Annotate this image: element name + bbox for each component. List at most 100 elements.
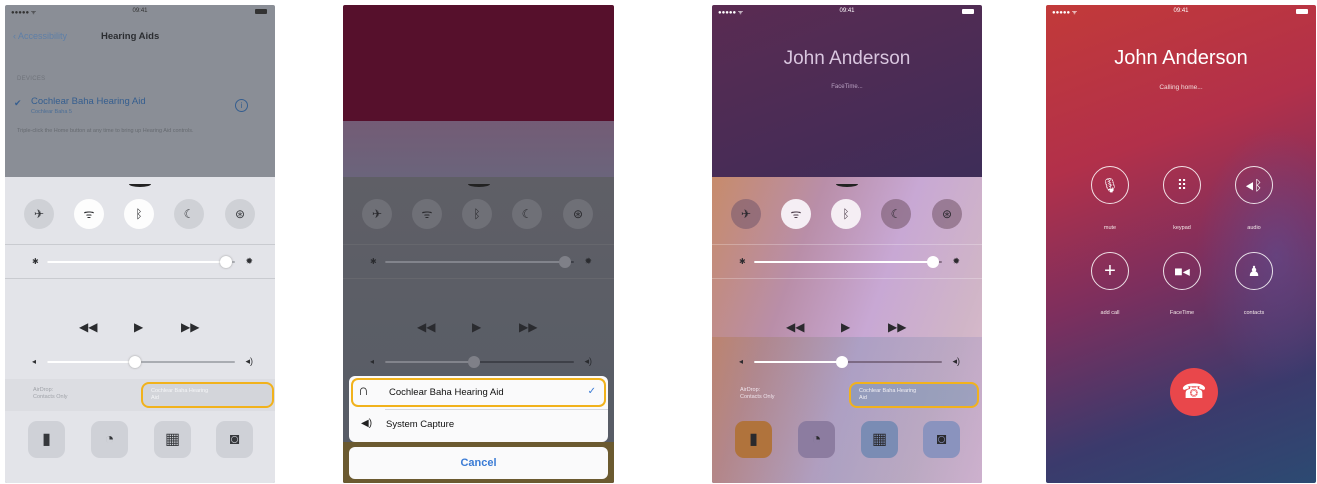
device-subtitle: Cochlear Baha 5: [31, 109, 72, 115]
airplane-mode-icon[interactable]: ✈: [24, 199, 54, 229]
audio-option-hearing-aid[interactable]: ∩ Cochlear Baha Hearing Aid ✓: [351, 378, 606, 407]
media-controls: ◀◀ ▶ ▶▶: [712, 320, 982, 340]
divider: [343, 278, 614, 279]
phone-screen-calling: ●●●●● ᯤ 09:41 John Anderson Calling home…: [1046, 5, 1316, 483]
flashlight-icon[interactable]: ▮: [28, 421, 65, 458]
camera-icon[interactable]: ◙: [216, 421, 253, 458]
play-icon[interactable]: ▶: [134, 320, 143, 334]
mute-button[interactable]: 🎙: [1091, 166, 1129, 204]
slider-knob[interactable]: [558, 256, 571, 268]
slider-knob[interactable]: [129, 356, 142, 368]
shortcut-row: ▮ ◔ ▦ ◙: [712, 417, 982, 471]
rewind-icon[interactable]: ◀◀: [79, 320, 97, 334]
camera-icon[interactable]: ◙: [923, 421, 960, 458]
rewind-icon[interactable]: ◀◀: [417, 320, 435, 334]
checkmark-icon: ✔: [14, 98, 22, 108]
airdrop-airplay-row: AirDrop: Contacts Only Cochlear Baha Hea…: [712, 379, 982, 411]
device-row[interactable]: ✔ Cochlear Baha Hearing Aid Cochlear Bah…: [5, 91, 275, 121]
slider-knob[interactable]: [926, 256, 939, 268]
keypad-button[interactable]: ⠿: [1163, 166, 1201, 204]
rotation-lock-icon[interactable]: ⊛: [563, 199, 593, 229]
volume-high-icon: ◂): [952, 356, 960, 366]
slider-knob[interactable]: [467, 356, 480, 368]
fast-forward-icon[interactable]: ▶▶: [888, 320, 906, 334]
volume-slider[interactable]: ◂ ◂): [343, 354, 614, 370]
fast-forward-icon[interactable]: ▶▶: [519, 320, 537, 334]
slider-fill: [754, 261, 933, 263]
bluetooth-icon[interactable]: ᛒ: [124, 199, 154, 229]
audio-route-button[interactable]: Cochlear Baha Hearing Aid: [141, 382, 274, 408]
bluetooth-icon[interactable]: ᛒ: [462, 199, 492, 229]
brightness-slider[interactable]: ✱ ✹: [712, 254, 982, 270]
brightness-slider[interactable]: ✱ ✹: [343, 254, 614, 270]
device-name: Cochlear Baha Hearing Aid: [31, 96, 146, 107]
grabber-handle[interactable]: [467, 181, 490, 187]
cancel-button[interactable]: Cancel: [349, 447, 608, 479]
toggle-row: ✈ ᯤ ᛒ ☾ ⊛: [343, 199, 614, 233]
flashlight-icon[interactable]: ▮: [735, 421, 772, 458]
checkmark-icon: ✓: [587, 386, 596, 397]
phone-screen-hearing-aids: ●●●●● ᯤ 09:41 ‹ Accessibility Hearing Ai…: [5, 5, 275, 483]
rotation-lock-icon[interactable]: ⊛: [225, 199, 255, 229]
back-button[interactable]: ‹ Accessibility: [13, 31, 67, 41]
divider: [712, 244, 982, 245]
do-not-disturb-icon[interactable]: ☾: [174, 199, 204, 229]
airdrop-label: AirDrop:: [740, 387, 761, 393]
add-call-button[interactable]: +: [1091, 252, 1129, 290]
wifi-icon[interactable]: ᯤ: [781, 199, 811, 229]
calculator-icon[interactable]: ▦: [154, 421, 191, 458]
timer-icon[interactable]: ◔: [798, 421, 835, 458]
wifi-icon[interactable]: ᯤ: [412, 199, 442, 229]
grabber-handle[interactable]: [836, 181, 858, 187]
timer-icon[interactable]: ◔: [91, 421, 128, 458]
slider-track: [47, 356, 235, 368]
divider: [385, 409, 608, 410]
divider: [712, 278, 982, 279]
call-status: FaceTime...: [831, 84, 863, 90]
option-label: System Capture: [386, 419, 455, 430]
toggle-row: ✈ ᯤ ᛒ ☾ ⊛: [5, 199, 275, 233]
volume-slider[interactable]: ◂ ◂): [712, 354, 982, 370]
facetime-button[interactable]: ■◂: [1163, 252, 1201, 290]
headphones-icon: ∩: [358, 382, 369, 399]
keypad-label: keypad: [1173, 225, 1191, 231]
airplane-mode-icon[interactable]: ✈: [731, 199, 761, 229]
audio-route-button[interactable]: Cochlear Baha Hearing Aid: [849, 382, 979, 408]
slider-knob[interactable]: [219, 256, 232, 268]
bluetooth-icon[interactable]: ᛒ: [831, 199, 861, 229]
mute-label: mute: [1103, 225, 1117, 231]
audio-route-label: Cochlear Baha Hearing: [151, 388, 209, 394]
audio-button[interactable]: ◀ᛒ: [1235, 166, 1273, 204]
play-icon[interactable]: ▶: [472, 320, 481, 334]
audio-label: audio: [1247, 225, 1261, 231]
status-bar: ●●●●● ᯤ 09:41: [1046, 5, 1316, 19]
slider-fill: [47, 261, 226, 263]
info-icon[interactable]: i: [235, 99, 248, 112]
rotation-lock-icon[interactable]: ⊛: [932, 199, 962, 229]
contact-icon: ♟: [1247, 263, 1261, 279]
contacts-button[interactable]: ♟: [1235, 252, 1273, 290]
battery-icon: [255, 9, 267, 14]
airplane-mode-icon[interactable]: ✈: [362, 199, 392, 229]
slider-knob[interactable]: [836, 356, 849, 368]
end-call-button[interactable]: ☎: [1170, 368, 1218, 416]
brightness-high-icon: ✹: [245, 256, 253, 266]
divider: [343, 244, 614, 245]
audio-route-label-2: Aid: [151, 395, 159, 401]
facetime-label: FaceTime: [1169, 310, 1195, 316]
fast-forward-icon[interactable]: ▶▶: [181, 320, 199, 334]
calculator-icon[interactable]: ▦: [861, 421, 898, 458]
brightness-slider[interactable]: ✱ ✹: [5, 254, 275, 270]
wifi-icon[interactable]: ᯤ: [74, 199, 104, 229]
navigation-bar: ‹ Accessibility Hearing Aids: [5, 19, 275, 53]
volume-slider[interactable]: ◂ ◂): [5, 354, 275, 370]
airdrop-button[interactable]: AirDrop: Contacts Only: [33, 387, 68, 401]
play-icon[interactable]: ▶: [841, 320, 850, 334]
airdrop-button[interactable]: AirDrop: Contacts Only: [740, 387, 775, 401]
do-not-disturb-icon[interactable]: ☾: [512, 199, 542, 229]
do-not-disturb-icon[interactable]: ☾: [881, 199, 911, 229]
control-center: ✈ ᯤ ᛒ ☾ ⊛ ✱ ✹ ◀◀ ▶ ▶▶ ◂ ◂) AirDrop: Cont…: [712, 177, 982, 483]
grabber-handle[interactable]: [129, 181, 151, 187]
slider-track: [385, 256, 574, 268]
rewind-icon[interactable]: ◀◀: [786, 320, 804, 334]
